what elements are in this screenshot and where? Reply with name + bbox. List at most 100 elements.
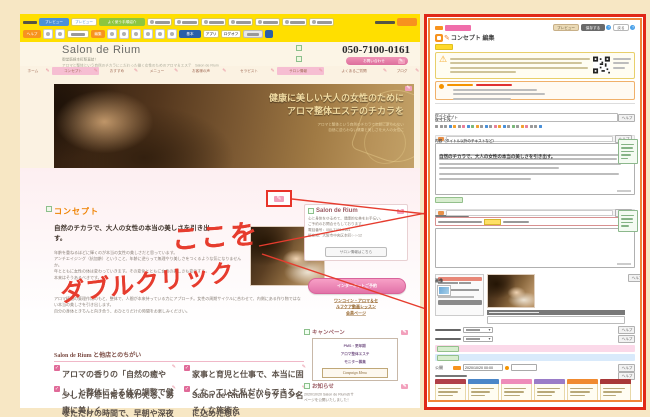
info-dot-icon — [439, 84, 444, 89]
edit-icon[interactable]: ✎ — [401, 384, 408, 389]
toolbar-field[interactable] — [446, 210, 613, 216]
help-button[interactable]: ヘルプ — [618, 335, 635, 343]
edit-mode-button[interactable]: 編集 — [91, 30, 105, 38]
campaign-menu-button[interactable]: Campaign Menu — [322, 368, 388, 378]
guide-button[interactable]: よく使う手順紹介 — [99, 18, 145, 26]
nav-item-faq[interactable]: よくあるご質問 — [325, 67, 388, 75]
app-button[interactable]: アプリ — [203, 30, 219, 38]
divider — [435, 103, 635, 104]
cms-login-button[interactable] — [397, 18, 417, 26]
cms-icon-button[interactable] — [43, 29, 53, 39]
cms-menu-button[interactable] — [174, 18, 199, 26]
title-input[interactable]: コンセプト — [435, 113, 618, 122]
help-button[interactable]: ヘルプ — [618, 114, 635, 122]
zoomed-editor-panel: プレビュー 保存する ? 戻る ? ✎ コンセプト 編集 ⚠ — [424, 14, 646, 410]
theme-card[interactable] — [534, 379, 565, 402]
hero-banner: 健康に美しい大人の女性のために アロマ整体エステのチカラを アロマと整体という自… — [54, 84, 414, 168]
cms-menu-button[interactable] — [255, 18, 280, 26]
theme-card[interactable] — [435, 379, 466, 402]
contact-button[interactable]: お問い合わせ✎ — [346, 57, 408, 65]
cms-contact-button[interactable] — [67, 30, 89, 38]
theme-card[interactable] — [468, 379, 499, 402]
caption-input[interactable] — [487, 316, 625, 324]
second-textarea[interactable] — [435, 228, 635, 268]
preview-tab[interactable]: プレビュー — [71, 18, 97, 26]
toggle-chip[interactable] — [437, 346, 459, 352]
help-button[interactable]: ヘルプ — [618, 326, 635, 334]
campaign-box[interactable]: PMS・更年期 アロマ整体エステ モニター募集 Campaign Menu — [312, 338, 398, 381]
nav-item-concept[interactable]: コンセプト — [52, 67, 99, 75]
site-tagline: 御堂筋線本町駅直結！ アロマと整体という自然のチカラにこだわった働く女性のための… — [62, 57, 292, 66]
news-item[interactable]: 2020/10/20 Salon de Riumのサ ページを公開いたしました！ — [304, 392, 408, 406]
help-q-icon[interactable]: ? — [630, 25, 635, 30]
edit-icon[interactable]: ✎ — [274, 196, 284, 202]
cms-tool-icon[interactable] — [167, 29, 177, 39]
nav-item-salon-info[interactable]: サロン情報 — [277, 67, 324, 75]
preview-button[interactable]: プレビュー — [39, 18, 69, 26]
toggle-chip[interactable] — [437, 355, 459, 361]
nav-item-osusume[interactable]: おすすめ — [100, 67, 139, 75]
second-toolbar: ヘルプ — [435, 209, 635, 216]
theme-card[interactable] — [501, 379, 532, 402]
nav-item-home[interactable]: ホーム — [20, 67, 51, 75]
edit-icon[interactable]: ✎ — [398, 59, 405, 64]
help-button[interactable]: ヘルプ — [618, 364, 635, 372]
select-image-button[interactable] — [438, 300, 482, 305]
dropdown-select[interactable]: ▾ — [463, 327, 493, 333]
cms-tool-icon[interactable] — [143, 29, 153, 39]
theme-card[interactable] — [567, 379, 598, 402]
nav-item-blog[interactable]: ブログ — [389, 67, 420, 75]
editor-title-row: ✎ コンセプト 編集 — [435, 33, 635, 42]
cms-menu-button[interactable] — [147, 18, 172, 26]
publish-end-input[interactable] — [511, 364, 537, 371]
annotation-text-1: ここを — [172, 221, 259, 254]
editor-icon-toolbar[interactable] — [435, 124, 635, 129]
cms-toolbar: プレビュー プレビュー よく使う手順紹介 ヘルプ — [20, 14, 420, 42]
cms-menu-button[interactable] — [201, 18, 226, 26]
highlight-chip — [484, 219, 501, 225]
editor-topbar: プレビュー 保存する ? 戻る ? — [435, 24, 635, 31]
cms-icon-button[interactable] — [55, 29, 65, 39]
dropdown-select[interactable]: ▾ — [463, 336, 493, 342]
cms-grid-icon[interactable] — [265, 30, 273, 38]
nav-item-menu[interactable]: メニュー — [140, 67, 179, 75]
second-field-label — [435, 204, 635, 208]
list-item: ✓アロマの香りの「自然の癒やし」と整体による体の調整で健康に美しく — [54, 364, 176, 381]
highlighted-field[interactable] — [435, 217, 635, 226]
panel-back-button[interactable]: 戻る — [613, 24, 629, 31]
cms-menu-button[interactable] — [282, 18, 307, 26]
internet-reserve-button[interactable]: インターネットご予約 — [308, 278, 406, 294]
panel-preview-button[interactable]: プレビュー — [553, 24, 579, 31]
salon-info-button[interactable]: サロン情報はこちら — [325, 247, 387, 257]
cms-tool-icon[interactable] — [155, 29, 165, 39]
content-textarea[interactable]: 自然のチカラで、大人の女性の本当の美しさを引き出す。 — [435, 143, 635, 195]
placeholder-lines — [439, 173, 631, 180]
logout-button[interactable]: ログオフ — [221, 30, 241, 38]
panel-save-button[interactable]: 保存する — [581, 24, 605, 31]
cms-tool-icon[interactable] — [107, 29, 117, 39]
blue-option-bar — [435, 354, 635, 361]
help-q-icon[interactable]: ? — [606, 25, 611, 30]
image-thumbnail-small[interactable] — [438, 286, 450, 295]
cms-tool-icon[interactable] — [131, 29, 141, 39]
image-tool-icon[interactable] — [438, 211, 444, 215]
help-button[interactable]: ヘルプ — [23, 30, 41, 38]
basic-button[interactable]: 基本 — [179, 30, 201, 38]
edit-icon[interactable]: ✎ — [401, 330, 408, 335]
cms-extra-button[interactable] — [243, 30, 263, 38]
placeholder-lines — [447, 84, 631, 97]
help-button[interactable]: ヘルプ — [628, 274, 642, 282]
member-page-link[interactable]: ワンコイン・アロマ＆セ ルフケア動画レッスン 会員ページ — [304, 298, 408, 326]
edit-icon[interactable]: ✎ — [405, 86, 412, 91]
cms-menu-button[interactable] — [309, 18, 334, 26]
nav-item-voice[interactable]: お客様の声 — [180, 67, 227, 75]
editor-title: コンセプト 編集 — [451, 33, 495, 42]
publish-date-input[interactable]: 2020/10/20 00:00 — [463, 364, 503, 371]
nav-item-therapist[interactable]: セラピスト — [228, 67, 275, 75]
theme-card[interactable] — [600, 379, 631, 402]
cms-tool-icon[interactable] — [119, 29, 129, 39]
cms-menu-button[interactable] — [228, 18, 253, 26]
edit-icon[interactable]: ✎ — [397, 209, 404, 214]
uploaded-photo-thumbnail[interactable] — [487, 274, 535, 308]
preview-chip[interactable] — [435, 197, 463, 203]
